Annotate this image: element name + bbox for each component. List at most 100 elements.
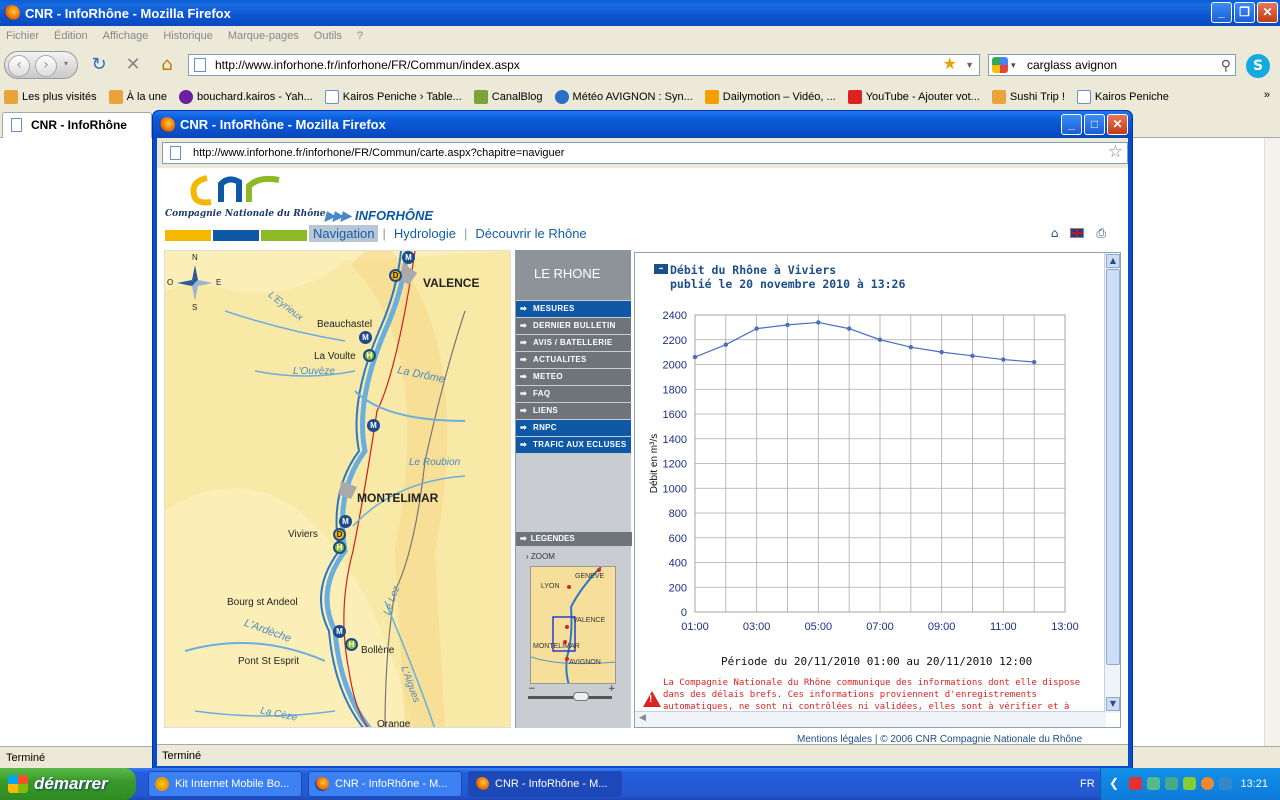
bookmark-item[interactable]: Les plus visités (4, 90, 97, 104)
url-bar[interactable]: http://www.inforhone.fr/inforhone/FR/Com… (188, 54, 980, 76)
stop-icon[interactable]: ✕ (122, 54, 144, 76)
zoom-in-icon[interactable]: + (608, 684, 616, 694)
chart-vertical-scrollbar[interactable]: ▲ ▼ (1104, 253, 1120, 713)
main-window-title: CNR - InfoRhône - Mozilla Firefox (25, 5, 231, 21)
menu-actualites[interactable]: ➡ ACTUALITES (516, 352, 631, 368)
dam-icon[interactable]: D (389, 269, 402, 282)
bookmark-item[interactable]: Dailymotion – Vidéo, ... (704, 90, 836, 104)
popup-close-button[interactable]: ✕ (1107, 114, 1128, 135)
x-tick-label: 05:00 (805, 621, 833, 633)
footer-legal[interactable]: Mentions légales | © 2006 CNR Compagnie … (797, 734, 1082, 744)
menu-marque-pages[interactable]: Marque-pages (228, 30, 299, 42)
measure-station-icon[interactable]: M (333, 625, 346, 638)
nav-navigation[interactable]: Navigation (309, 225, 379, 242)
tray-expand-icon[interactable]: ❮ (1109, 776, 1119, 790)
close-button[interactable]: ✕ (1257, 2, 1278, 23)
security-icon[interactable] (1129, 777, 1142, 790)
measure-station-icon[interactable]: M (339, 515, 352, 528)
bookmark-item[interactable]: bouchard.kairos - Yah... (178, 90, 313, 104)
hydro-plant-icon[interactable]: H (363, 349, 376, 362)
antivirus-icon[interactable] (1183, 777, 1196, 790)
home-icon[interactable]: ⌂ (156, 54, 178, 76)
zoom-out-icon[interactable]: − (528, 684, 536, 694)
nav-hydrologie[interactable]: Hydrologie (390, 225, 460, 242)
menu-avis-batellerie[interactable]: ➡ AVIS / BATELLERIE (516, 335, 631, 351)
popup-minimize-button[interactable]: _ (1061, 114, 1082, 135)
menu-trafic-ecluses[interactable]: ➡ TRAFIC AUX ECLUSES (516, 437, 631, 453)
menu-outils[interactable]: Outils (314, 30, 342, 42)
search-bar[interactable]: ▾ carglass avignon ⚲ (988, 54, 1236, 76)
popup-url-bar[interactable]: http://www.inforhone.fr/inforhone/FR/Com… (162, 142, 1128, 164)
bookmark-item[interactable]: CanalBlog (473, 90, 543, 104)
update-icon[interactable] (1201, 777, 1214, 790)
city-montelimar[interactable]: MONTELIMAR (357, 491, 438, 505)
measure-station-icon[interactable]: M (367, 419, 380, 432)
river-map[interactable]: N S E O VALENCE MONTELIMAR Beauchastel L… (164, 250, 511, 728)
search-input[interactable]: carglass avignon (1027, 58, 1117, 72)
chart-horizontal-scrollbar[interactable]: ◀ (635, 711, 1106, 727)
zoom-slider-handle[interactable] (573, 692, 589, 701)
bookmark-item[interactable]: Kairos Peniche › Table... (324, 90, 462, 104)
tab-inforhone[interactable]: CNR - InfoRhône (2, 112, 152, 138)
menu-faq[interactable]: ➡ FAQ (516, 386, 631, 402)
cnr-logo (190, 175, 280, 206)
city-valence[interactable]: VALENCE (423, 276, 479, 290)
hydro-plant-icon[interactable]: H (333, 541, 346, 554)
measure-station-icon[interactable]: M (402, 251, 415, 264)
measure-station-icon[interactable]: M (359, 331, 372, 344)
network-icon[interactable] (1147, 777, 1160, 790)
menu-dernier-bulletin[interactable]: ➡ DERNIER BULLETIN (516, 318, 631, 334)
hydro-plant-icon[interactable]: H (345, 638, 358, 651)
menu-liens[interactable]: ➡ LIENS (516, 403, 631, 419)
start-button[interactable]: démarrer (0, 768, 136, 800)
menu-help[interactable]: ? (357, 30, 363, 42)
menu-mesures[interactable]: ➡ MESURES (516, 301, 631, 317)
y-tick-label: 1800 (663, 384, 687, 396)
messenger-icon[interactable] (1219, 777, 1232, 790)
bookmark-item[interactable]: YouTube - Ajouter vot... (847, 90, 980, 104)
bookmark-star-icon[interactable]: ☆ (1108, 142, 1123, 162)
history-dropdown-icon[interactable]: ▾ (64, 59, 68, 68)
taskbar-item[interactable]: Kit Internet Mobile Bo... (148, 771, 302, 797)
forward-icon[interactable]: › (35, 55, 57, 77)
bookmark-item[interactable]: Kairos Peniche (1076, 90, 1169, 104)
bookmarks-overflow-button[interactable]: » (1264, 89, 1270, 101)
taskbar-item-active[interactable]: CNR - InfoRhône - M... (468, 771, 622, 797)
menu-affichage[interactable]: Affichage (103, 30, 149, 42)
main-scrollbar[interactable] (1264, 138, 1280, 746)
uk-flag-icon[interactable] (1070, 228, 1085, 238)
skype-icon[interactable]: S (1246, 54, 1270, 78)
search-engine-dropdown-icon[interactable]: ▾ (1011, 55, 1016, 75)
google-icon[interactable] (992, 57, 1008, 73)
bookmark-item[interactable]: À la une (108, 90, 167, 104)
bookmark-item[interactable]: Sushi Trip ! (991, 90, 1065, 104)
restore-button[interactable]: ❐ (1234, 2, 1255, 23)
mini-map[interactable]: GENEVE LYON VALENCE MONTELIMAR AVIGNON (530, 566, 616, 684)
reload-icon[interactable]: ↻ (88, 54, 110, 76)
taskbar-item[interactable]: CNR - InfoRhône - M... (308, 771, 462, 797)
home-icon[interactable]: ⌂ (1051, 226, 1059, 241)
popup-maximize-button[interactable]: □ (1084, 114, 1105, 135)
zoom-slider[interactable] (528, 692, 612, 701)
back-icon[interactable]: ‹ (8, 55, 30, 77)
menu-rnpc[interactable]: ➡ RNPC (516, 420, 631, 436)
volume-icon[interactable] (1165, 777, 1178, 790)
scroll-up-icon[interactable]: ▲ (1106, 254, 1120, 268)
menu-historique[interactable]: Historique (163, 30, 213, 42)
bookmark-item[interactable]: Météo AVIGNON : Syn... (554, 90, 693, 104)
scroll-down-icon[interactable]: ▼ (1106, 697, 1120, 711)
minimize-button[interactable]: _ (1211, 2, 1232, 23)
language-indicator[interactable]: FR (1080, 778, 1095, 790)
menu-edition[interactable]: Édition (54, 30, 88, 42)
search-icon[interactable]: ⚲ (1221, 55, 1231, 75)
menu-fichier[interactable]: Fichier (6, 30, 39, 42)
scroll-thumb[interactable] (1106, 269, 1120, 665)
menu-meteo[interactable]: ➡ METEO (516, 369, 631, 385)
nav-decouvrir[interactable]: Découvrir le Rhône (471, 225, 590, 242)
url-dropdown-icon[interactable]: ▼ (965, 55, 974, 75)
dam-icon[interactable]: D (333, 528, 346, 541)
legendes-button[interactable]: ➡ LEGENDES (516, 532, 632, 546)
print-icon[interactable]: ⎙ (1096, 226, 1106, 241)
bookmark-star-icon[interactable]: ★ (943, 55, 957, 75)
scroll-left-icon[interactable]: ◀ (639, 713, 646, 723)
